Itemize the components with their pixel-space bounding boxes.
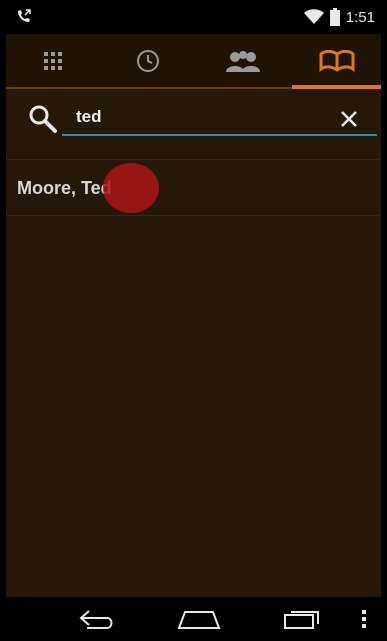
navigation-bar xyxy=(6,597,381,641)
divider xyxy=(6,159,381,160)
recents-button[interactable] xyxy=(272,603,332,635)
dialpad-icon xyxy=(43,51,62,70)
home-button[interactable] xyxy=(166,603,232,635)
status-time: 1:51 xyxy=(345,8,375,26)
menu-icon xyxy=(362,610,366,628)
tab-recent[interactable] xyxy=(101,34,194,87)
menu-button[interactable] xyxy=(354,603,374,635)
call-forward-icon xyxy=(18,9,31,22)
list-item[interactable]: Moore, Ted xyxy=(6,161,381,215)
clock-icon xyxy=(136,49,159,72)
search-row xyxy=(6,88,381,158)
phone-screen: 1:51 ted Moore, Ted xyxy=(6,0,381,641)
back-icon xyxy=(79,610,113,629)
wifi-icon xyxy=(303,9,324,24)
contacts-book-icon xyxy=(319,49,354,72)
status-bar: 1:51 xyxy=(6,0,381,34)
close-icon xyxy=(341,111,357,127)
search-input[interactable] xyxy=(62,100,377,136)
contact-name: Moore, Ted xyxy=(17,178,112,198)
tab-dialpad[interactable] xyxy=(6,34,99,87)
tab-groups[interactable] xyxy=(196,34,289,87)
home-icon xyxy=(177,611,221,629)
groups-icon xyxy=(225,50,260,72)
touch-indicator xyxy=(103,163,159,213)
divider xyxy=(6,215,381,216)
recents-icon xyxy=(284,611,319,629)
search-icon xyxy=(29,105,57,133)
back-button[interactable] xyxy=(66,603,126,635)
tab-bar xyxy=(6,34,381,89)
battery-icon xyxy=(329,8,340,26)
tab-contacts[interactable] xyxy=(290,34,381,89)
clear-search-button[interactable] xyxy=(334,104,364,134)
